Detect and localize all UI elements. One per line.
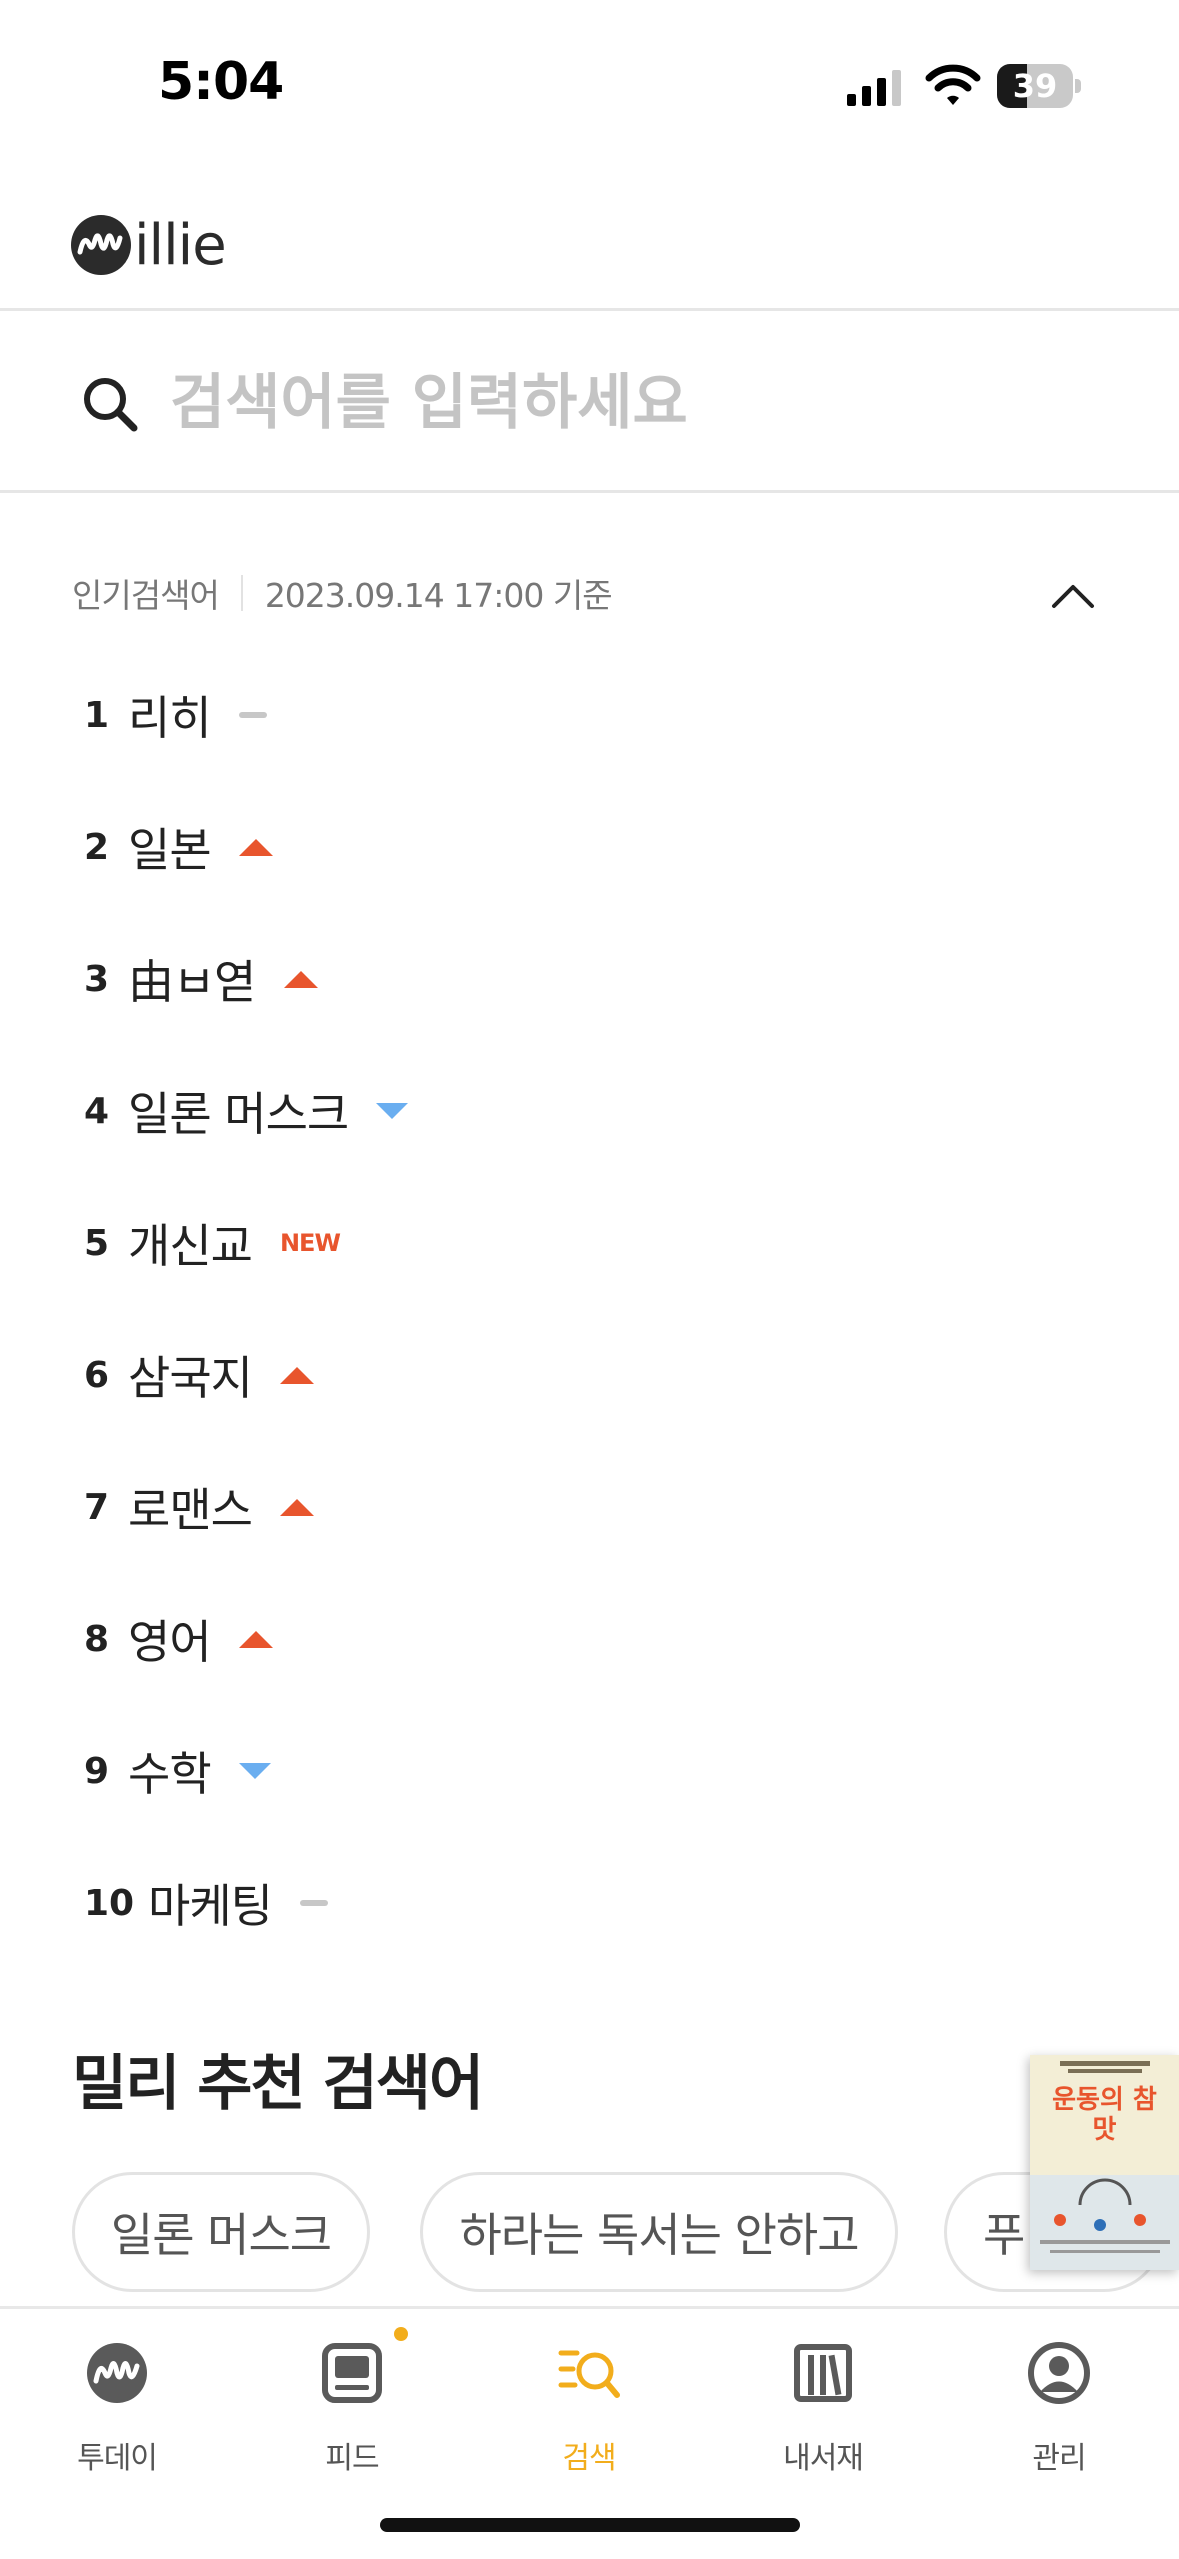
rank-term: 삼국지	[128, 1351, 253, 1405]
popular-searches-header: 인기검색어 2023.09.14 17:00 기준	[72, 568, 613, 618]
wifi-icon	[925, 64, 981, 105]
rank-number: 5	[84, 1222, 110, 1264]
feed-icon	[322, 2343, 382, 2403]
millie-logo-icon	[71, 215, 131, 275]
trend-up-icon	[238, 838, 273, 856]
tab-library[interactable]: 내서재	[733, 2329, 913, 2509]
rank-item[interactable]: 3 由ㅂ엳	[0, 924, 700, 1034]
tab-label: 내서재	[783, 2441, 864, 2476]
rank-term: 일본	[128, 823, 212, 877]
rank-item[interactable]: 6 삼국지	[0, 1320, 700, 1430]
rank-item[interactable]: 1 리히	[0, 660, 700, 770]
search-bar	[0, 312, 1179, 490]
tab-label: 투데이	[77, 2441, 158, 2476]
popular-timestamp: 2023.09.14 17:00 기준	[264, 576, 613, 615]
tab-label: 피드	[325, 2441, 379, 2476]
tab-label: 관리	[1032, 2441, 1086, 2476]
collapse-chevron-up-icon[interactable]	[1040, 566, 1106, 626]
rank-item[interactable]: 5 개신교 NEW	[0, 1188, 700, 1298]
floating-book-cover[interactable]: 운동의 참맛	[1030, 2055, 1179, 2270]
tab-today[interactable]: 투데이	[27, 2329, 207, 2509]
tab-search[interactable]: 검색	[499, 2329, 679, 2509]
recommended-chips: 일론 머스크 하라는 독서는 안하고 푸	[72, 2172, 1179, 2298]
recommended-chip[interactable]: 하라는 독서는 안하고	[420, 2172, 898, 2292]
logo-text: illie	[134, 212, 227, 278]
header-divider	[0, 308, 1179, 311]
search-tab-icon	[558, 2350, 620, 2398]
trend-same-icon	[299, 1900, 328, 1906]
rank-term: 일론 머스크	[128, 1087, 349, 1141]
trend-up-icon	[279, 1366, 314, 1384]
battery-level: 39	[1012, 67, 1058, 105]
rank-item[interactable]: 4 일론 머스크	[0, 1056, 700, 1166]
rank-number: 8	[84, 1618, 110, 1660]
rank-term: 수학	[128, 1747, 212, 1801]
recommended-title: 밀리 추천 검색어	[72, 2049, 484, 2119]
recommended-chip[interactable]: 일론 머스크	[72, 2172, 370, 2292]
millie-logo[interactable]: illie	[70, 210, 227, 280]
rank-term: 由ㅂ엳	[128, 955, 257, 1009]
status-time: 5:04	[158, 52, 284, 112]
rank-number: 10	[84, 1882, 135, 1924]
rank-number: 7	[84, 1486, 110, 1528]
rank-number: 6	[84, 1354, 110, 1396]
rank-number: 3	[84, 958, 110, 1000]
battery-icon: 39	[997, 64, 1081, 108]
rank-item[interactable]: 9 수학	[0, 1716, 700, 1826]
trend-new-badge: NEW	[279, 1229, 341, 1257]
trend-up-icon	[283, 970, 318, 988]
rank-term: 로맨스	[128, 1483, 253, 1537]
header-separator	[240, 575, 243, 611]
search-icon	[84, 378, 138, 432]
rank-item[interactable]: 8 영어	[0, 1584, 700, 1694]
feed-notification-dot	[394, 2327, 408, 2341]
trend-same-icon	[238, 712, 267, 718]
rank-term: 리히	[128, 691, 212, 745]
rank-item[interactable]: 2 일본	[0, 792, 700, 902]
trend-up-icon	[279, 1498, 314, 1516]
trend-up-icon	[238, 1630, 273, 1648]
tab-manage[interactable]: 관리	[969, 2329, 1149, 2509]
rank-term: 개신교	[128, 1219, 253, 1273]
status-bar: 5:04 39	[0, 0, 1179, 170]
home-indicator	[380, 2518, 800, 2532]
cellular-signal-icon	[847, 70, 901, 106]
rank-number: 1	[84, 694, 110, 736]
book-title: 운동의 참맛	[1052, 2085, 1157, 2145]
rank-term: 영어	[128, 1615, 212, 1669]
app-header: illie	[0, 170, 1179, 310]
rank-item[interactable]: 10 마케팅	[0, 1848, 700, 1958]
rank-term: 마케팅	[148, 1879, 273, 1933]
rank-number: 4	[84, 1090, 110, 1132]
millie-logo-icon	[87, 2343, 147, 2403]
rank-number: 2	[84, 826, 110, 868]
trend-down-icon	[376, 1103, 409, 1119]
bookshelf-icon	[794, 2344, 852, 2402]
search-divider	[0, 490, 1179, 493]
rank-number: 9	[84, 1750, 110, 1792]
search-input[interactable]	[168, 352, 1072, 454]
profile-icon	[1028, 2342, 1090, 2404]
rank-item[interactable]: 7 로맨스	[0, 1452, 700, 1562]
trend-down-icon	[238, 1763, 271, 1779]
tab-feed[interactable]: 피드	[262, 2329, 442, 2509]
popular-label: 인기검색어	[72, 576, 220, 615]
tab-label: 검색	[562, 2441, 616, 2476]
